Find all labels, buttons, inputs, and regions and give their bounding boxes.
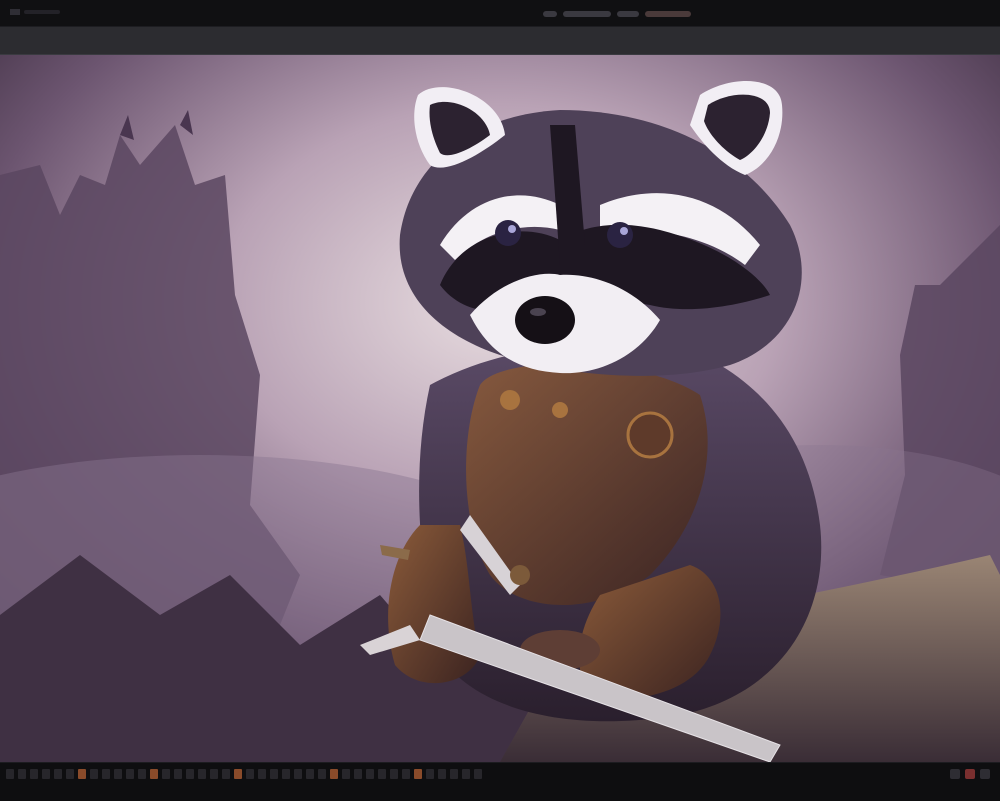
nose	[515, 296, 575, 344]
frame-strip[interactable]	[6, 769, 886, 779]
right-eye	[607, 222, 633, 248]
app-logo-icon[interactable]	[10, 8, 62, 17]
status-bar	[0, 762, 1000, 801]
window-title-bar	[0, 0, 1000, 27]
alert-dot-icon	[965, 769, 975, 779]
zoom-slider[interactable]	[563, 11, 611, 17]
image-canvas[interactable]	[0, 55, 1000, 762]
view-controls	[543, 9, 703, 19]
status-dot-icon	[980, 769, 990, 779]
view-toggle-button[interactable]	[543, 11, 557, 17]
left-eye	[495, 220, 521, 246]
options-button[interactable]	[645, 11, 691, 17]
status-dot-icon	[950, 769, 960, 779]
menu-pill-button[interactable]	[617, 11, 639, 17]
status-indicators	[950, 769, 990, 779]
raccoon-illustration	[0, 55, 1000, 762]
toolbar	[0, 27, 1000, 55]
